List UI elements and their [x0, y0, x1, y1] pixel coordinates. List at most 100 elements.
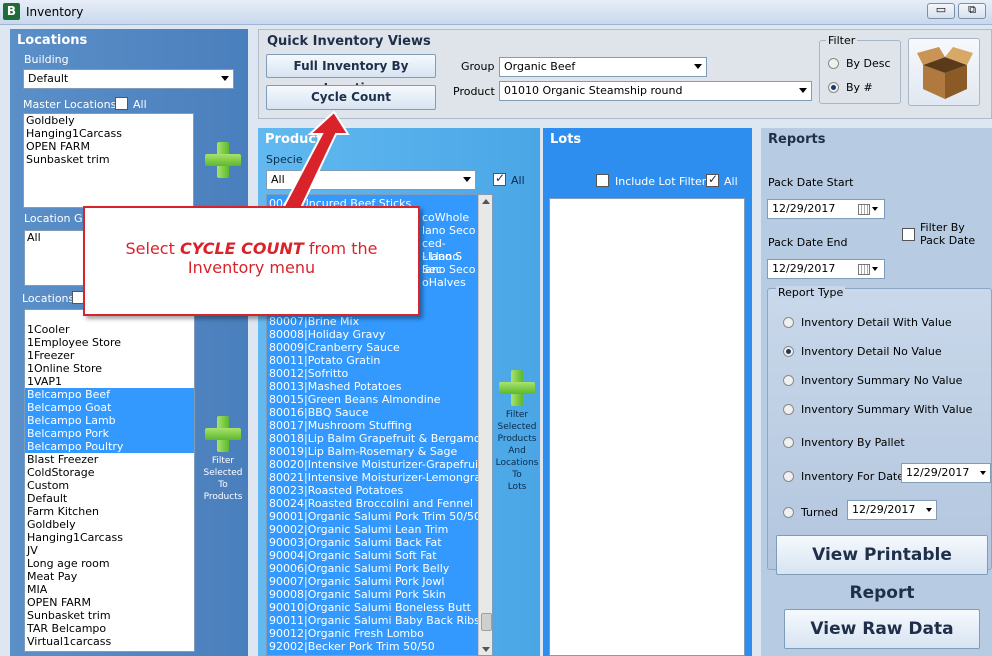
master-locations-list[interactable]: Goldbely Hanging1Carcass OPEN FARM Sunba…: [23, 113, 194, 208]
list-item[interactable]: 1Employee Store: [25, 336, 194, 349]
full-inventory-button[interactable]: Full Inventory By Locati...: [266, 54, 436, 95]
list-item[interactable]: Default: [25, 492, 194, 505]
pack-date-end-picker[interactable]: 12/29/2017: [767, 259, 885, 279]
list-item[interactable]: 80017|Mushroom Stuffing: [267, 419, 478, 432]
view-printable-report-button[interactable]: View Printable Report: [776, 535, 988, 603]
scroll-down-icon[interactable]: [482, 647, 490, 652]
list-item[interactable]: 90006|Organic Salumi Pork Belly: [267, 562, 478, 575]
list-item-selected[interactable]: Belcampo Pork: [25, 427, 194, 440]
minimize-button[interactable]: ▭: [927, 3, 955, 19]
building-select[interactable]: Default: [23, 69, 234, 89]
list-item[interactable]: Meat Pay: [25, 570, 194, 583]
scroll-thumb[interactable]: [481, 613, 492, 631]
filter-to-products-icon[interactable]: [205, 416, 241, 452]
product-select[interactable]: 01010 Organic Steamship round: [499, 81, 812, 101]
scroll-up-icon[interactable]: [482, 199, 490, 204]
inventory-box-button[interactable]: [908, 38, 980, 106]
report-option-radio[interactable]: [783, 471, 794, 482]
report-option-radio[interactable]: [783, 375, 794, 386]
list-item[interactable]: coWhole: [422, 211, 469, 224]
list-item[interactable]: 92002|Becker Pork Trim 50/50: [267, 640, 478, 653]
list-item[interactable]: Sunbasket trim: [24, 153, 193, 166]
list-item[interactable]: OPEN FARM: [24, 140, 193, 153]
list-item[interactable]: Long age room: [25, 557, 194, 570]
list-item[interactable]: 90003|Organic Salumi Back Fat: [267, 536, 478, 549]
view-raw-data-button[interactable]: View Raw Data: [784, 609, 980, 649]
cycle-count-button[interactable]: Cycle Count: [266, 85, 436, 110]
list-item[interactable]: Goldbely: [24, 114, 193, 127]
list-item-selected[interactable]: Belcampo Lamb: [25, 414, 194, 427]
list-item[interactable]: Custom: [25, 479, 194, 492]
pack-date-start-picker[interactable]: 12/29/2017: [767, 199, 885, 219]
list-item[interactable]: 80019|Lip Balm-Rosemary & Sage: [267, 445, 478, 458]
list-item[interactable]: MIA: [25, 583, 194, 596]
report-option-radio[interactable]: [783, 437, 794, 448]
list-item[interactable]: 90002|Organic Salumi Lean Trim: [267, 523, 478, 536]
list-item[interactable]: 90007|Organic Salumi Pork Jowl: [267, 575, 478, 588]
list-item[interactable]: 80007|Brine Mix: [267, 315, 478, 328]
filter-to-lots-icon[interactable]: [499, 370, 535, 406]
list-item[interactable]: ColdStorage: [25, 466, 194, 479]
list-item[interactable]: Blast Freezer: [25, 453, 194, 466]
list-item[interactable]: 80020|Intensive Moisturizer-Grapefruit &…: [267, 458, 492, 471]
list-item[interactable]: OPEN FARM: [25, 596, 194, 609]
list-item[interactable]: TAR Belcampo: [25, 622, 194, 635]
list-item[interactable]: lano Seco: [422, 263, 476, 276]
list-item[interactable]: 1Online Store: [25, 362, 194, 375]
list-item-selected[interactable]: Belcampo Goat: [25, 401, 194, 414]
group-select[interactable]: Organic Beef: [499, 57, 707, 77]
master-all-checkbox[interactable]: [115, 97, 128, 110]
list-item[interactable]: 90008|Organic Salumi Pork Skin: [267, 588, 478, 601]
by-number-radio[interactable]: [828, 82, 839, 93]
list-item[interactable]: 80023|Roasted Potatoes: [267, 484, 478, 497]
list-item-selected[interactable]: Belcampo Beef: [25, 388, 194, 401]
report-option-radio[interactable]: [783, 317, 794, 328]
list-item[interactable]: Hanging1Carcass: [25, 531, 194, 544]
list-item[interactable]: 80016|BBQ Sauce: [267, 406, 478, 419]
list-item[interactable]: All: [25, 231, 83, 244]
list-item[interactable]: lano Seco: [422, 224, 476, 237]
list-item[interactable]: 90001|Organic Salumi Pork Trim 50/50: [267, 510, 481, 523]
calendar-icon[interactable]: [858, 264, 870, 275]
products-scrollbar[interactable]: [478, 195, 492, 655]
filter-by-pack-date-checkbox[interactable]: [902, 228, 915, 241]
turned-date-picker[interactable]: 12/29/2017: [847, 500, 937, 520]
for-date-picker[interactable]: 12/29/2017: [901, 463, 991, 483]
list-item[interactable]: 1Cooler: [25, 323, 194, 336]
location-group-list[interactable]: All: [24, 230, 84, 286]
lots-list[interactable]: [549, 198, 745, 656]
products-all-checkbox[interactable]: [493, 171, 506, 186]
by-desc-radio[interactable]: [828, 58, 839, 69]
list-item[interactable]: 90012|Organic Fresh Lombo: [267, 627, 478, 640]
list-item[interactable]: oHalves: [422, 276, 466, 289]
list-item[interactable]: Virtual1carcass: [25, 635, 194, 648]
list-item[interactable]: Goldbely: [25, 518, 194, 531]
list-item[interactable]: 80015|Green Beans Almondine: [267, 393, 478, 406]
include-lot-filter-checkbox[interactable]: [596, 174, 609, 187]
report-option-radio[interactable]: [783, 346, 794, 357]
filter-to-lots-button[interactable]: Filter Selected Products And Locations T…: [494, 409, 540, 493]
list-item[interactable]: 90010|Organic Salumi Boneless Butt: [267, 601, 478, 614]
list-item[interactable]: 80009|Cranberry Sauce: [267, 341, 478, 354]
list-item[interactable]: 90011|Organic Salumi Baby Back Ribs: [267, 614, 480, 627]
list-item[interactable]: 80012|Sofritto: [267, 367, 478, 380]
list-item[interactable]: 80018|Lip Balm Grapefruit & Bergamot: [267, 432, 485, 445]
list-item[interactable]: 80011|Potato Gratin: [267, 354, 478, 367]
list-item[interactable]: Farm Kitchen: [25, 505, 194, 518]
list-item[interactable]: 80021|Intensive Moisturizer-Lemongrass: [267, 471, 492, 484]
report-option-radio[interactable]: [783, 404, 794, 415]
add-master-location-icon[interactable]: [205, 142, 241, 178]
lots-all-checkbox[interactable]: [706, 172, 719, 187]
list-item[interactable]: 90004|Organic Salumi Soft Fat: [267, 549, 478, 562]
restore-button[interactable]: ⧉: [958, 3, 986, 19]
list-item[interactable]: JV: [25, 544, 194, 557]
list-item[interactable]: 80008|Holiday Gravy: [267, 328, 478, 341]
filter-to-products-button[interactable]: Filter Selected To Products: [196, 455, 250, 503]
list-item-selected[interactable]: Belcampo Poultry: [25, 440, 194, 453]
calendar-icon[interactable]: [858, 204, 870, 215]
list-item[interactable]: 1VAP1: [25, 375, 194, 388]
locations-list[interactable]: 1Cooler 1Employee Store 1Freezer 1Online…: [24, 309, 195, 652]
report-option-radio[interactable]: [783, 507, 794, 518]
list-item[interactable]: 80013|Mashed Potatoes: [267, 380, 478, 393]
list-item[interactable]: 80024|Roasted Broccolini and Fennel: [267, 497, 478, 510]
